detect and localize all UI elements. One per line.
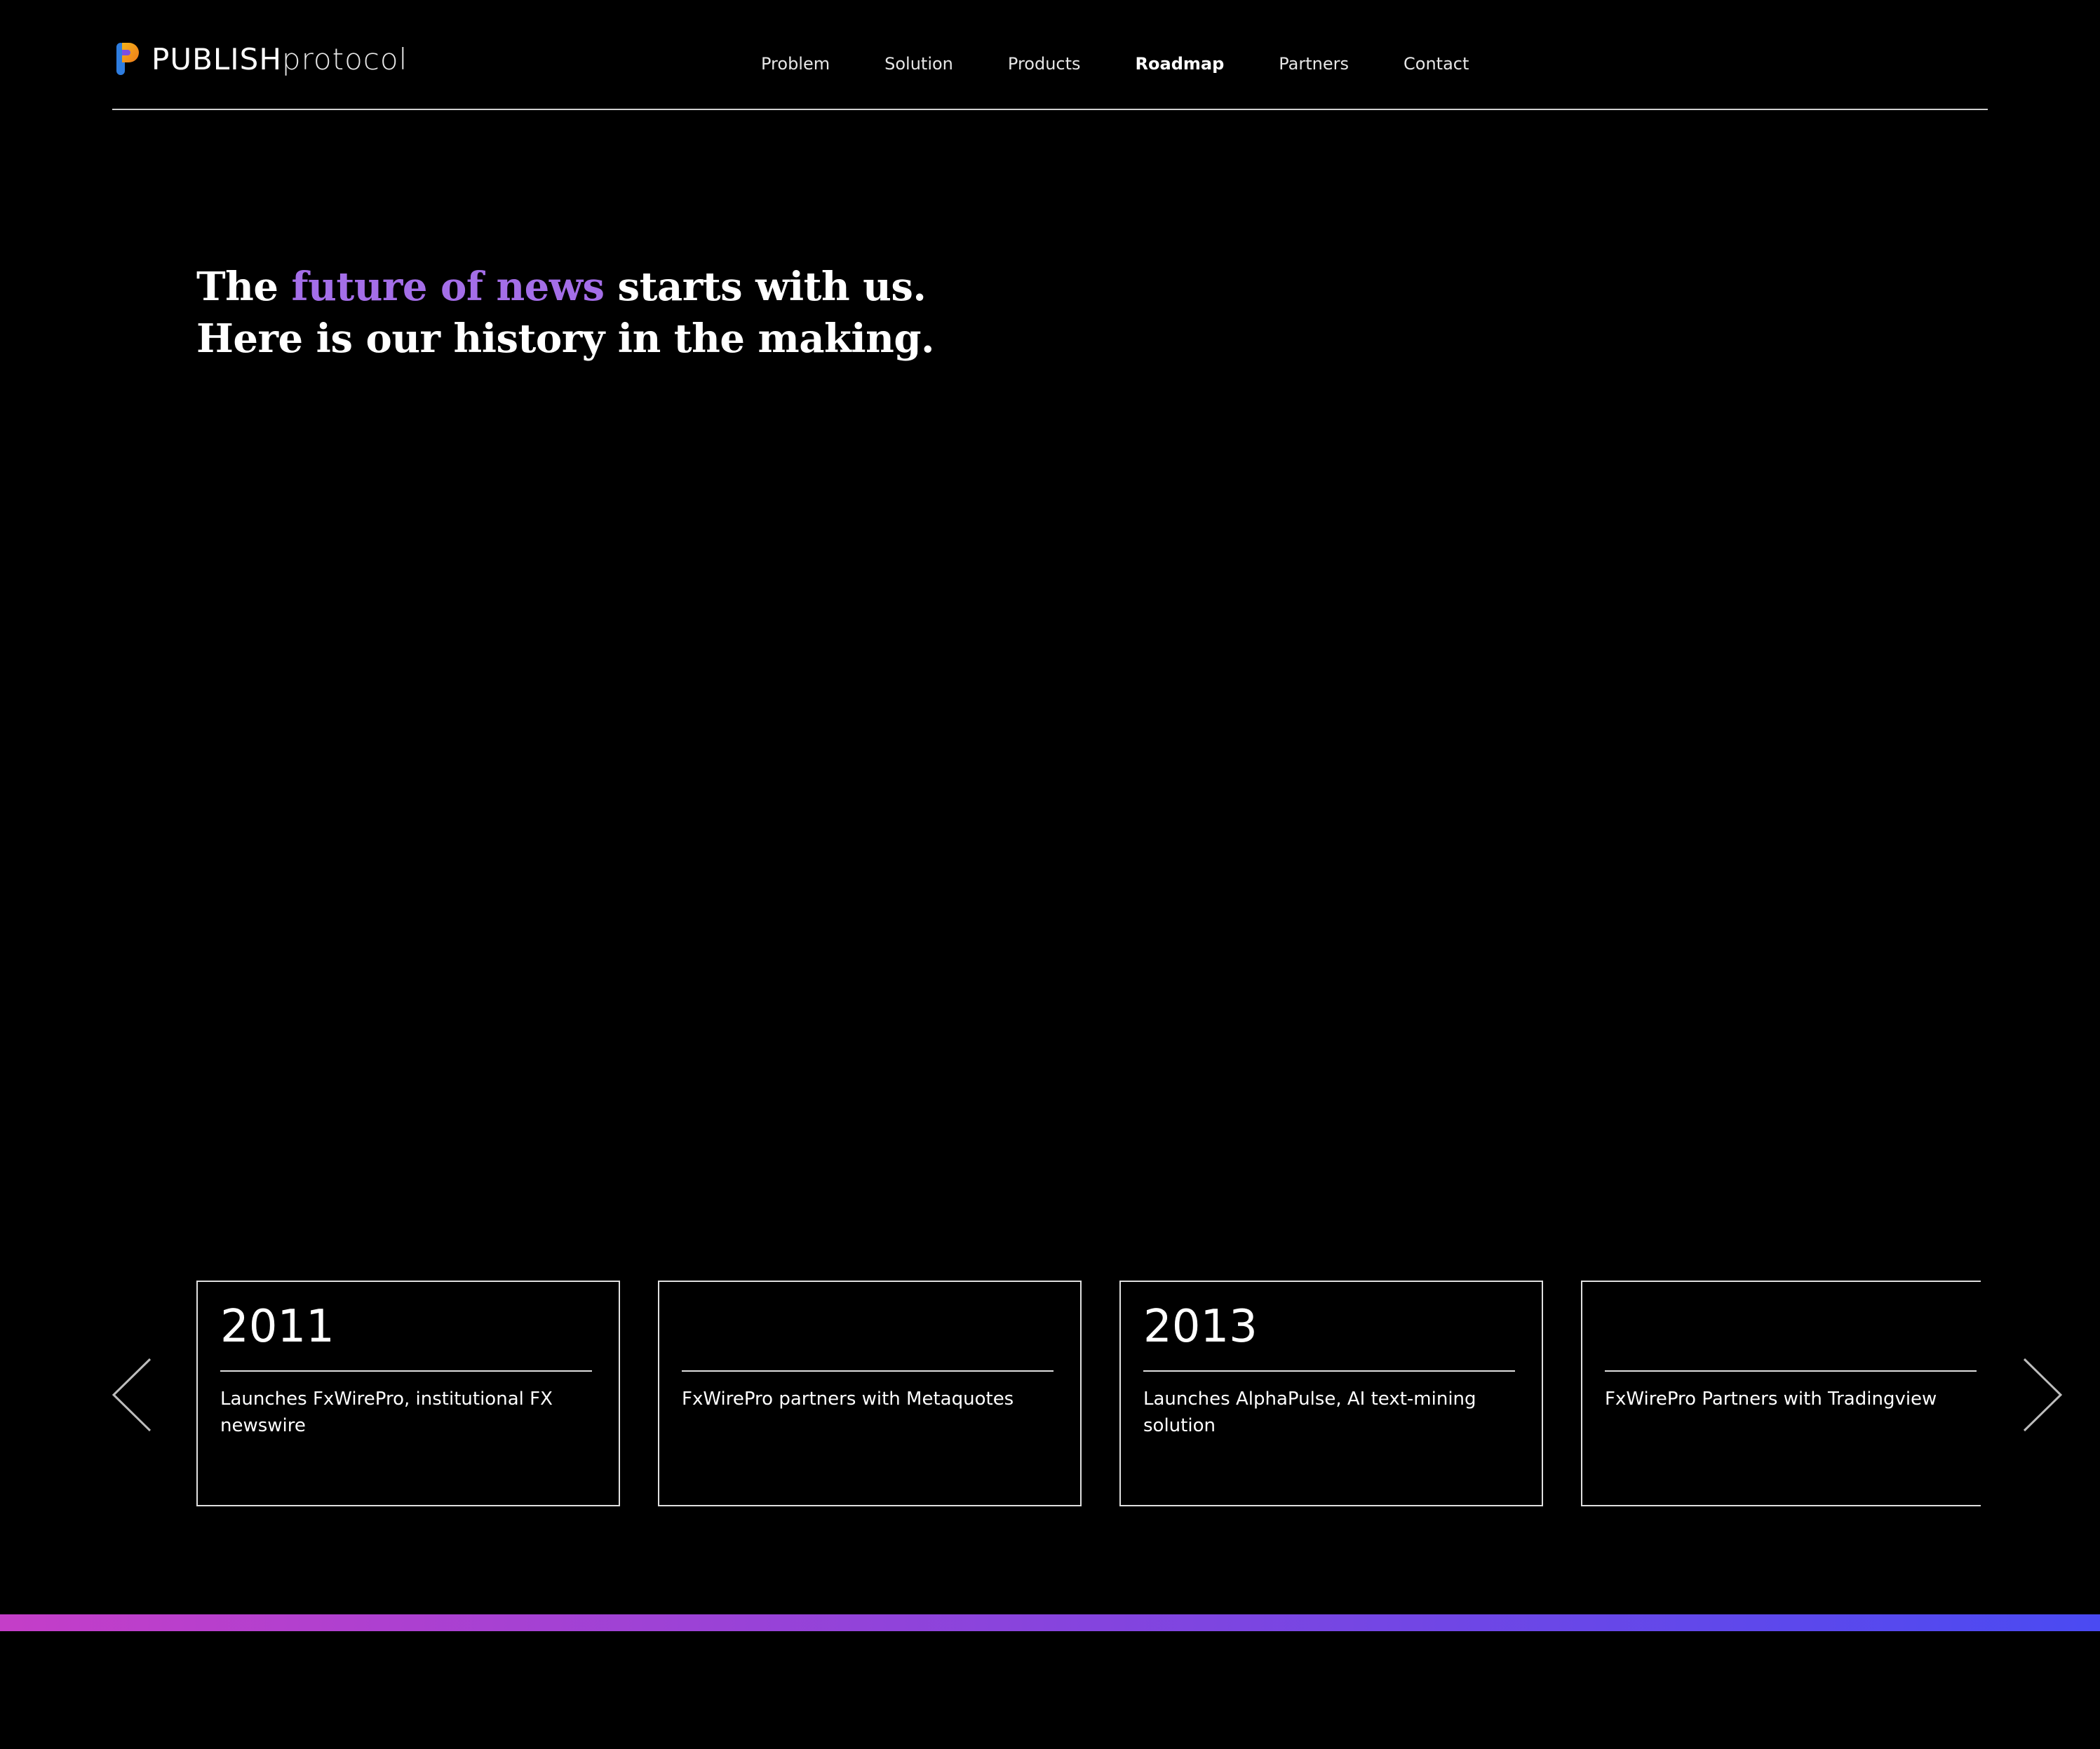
card-divider: [682, 1370, 1054, 1372]
timeline-card[interactable]: FxWirePro Partners with Tradingview: [1581, 1281, 1981, 1506]
chevron-left-icon[interactable]: [111, 1358, 153, 1432]
nav-item-solution[interactable]: Solution: [884, 50, 953, 77]
card-description: FxWirePro Partners with Tradingview: [1605, 1389, 1937, 1410]
card-year: 2011: [220, 1301, 335, 1353]
card-year: 2013: [1143, 1301, 1258, 1353]
nav-item-contact[interactable]: Contact: [1404, 50, 1469, 77]
hero-line1-before: The: [196, 264, 292, 310]
brand-logo[interactable]: PUBLISH protocol: [115, 39, 408, 79]
timeline-card[interactable]: FxWirePro partners with Metaquotes: [658, 1281, 1082, 1506]
nav-item-products[interactable]: Products: [1008, 50, 1081, 77]
main-nav: Problem Solution Products Roadmap Partne…: [761, 50, 1523, 77]
card-description: FxWirePro partners with Metaquotes: [682, 1389, 1014, 1410]
card-divider: [1605, 1370, 1977, 1372]
hero-section: The future of news starts with us. Here …: [196, 261, 1108, 365]
hero-line1-after: starts with us.: [604, 264, 927, 310]
nav-item-problem[interactable]: Problem: [761, 50, 830, 77]
chevron-right-icon[interactable]: [2021, 1358, 2064, 1432]
nav-item-partners[interactable]: Partners: [1279, 50, 1349, 77]
roadmap-page: PUBLISH protocol Problem Solution Produc…: [0, 0, 2100, 1749]
card-description: Launches FxWirePro, institutional FX new…: [220, 1389, 553, 1436]
timeline-card[interactable]: 2011 Launches FxWirePro, institutional F…: [196, 1281, 620, 1506]
hero-headline: The future of news starts with us. Here …: [196, 261, 1108, 365]
gradient-divider: [0, 1614, 2100, 1631]
hero-line1-accent: future of news: [291, 264, 605, 310]
brand-name-light: protocol: [281, 41, 408, 76]
timeline-cards: 2011 Launches FxWirePro, institutional F…: [196, 1281, 1981, 1512]
publish-logo-icon: [116, 43, 139, 75]
nav-item-roadmap[interactable]: Roadmap: [1136, 50, 1225, 77]
card-divider: [1143, 1370, 1515, 1372]
timeline-carousel: 2011 Launches FxWirePro, institutional F…: [0, 1281, 2100, 1512]
hero-line2: Here is our history in the making.: [196, 316, 934, 362]
site-header: PUBLISH protocol Problem Solution Produc…: [112, 0, 1988, 110]
timeline-card[interactable]: 2013 Launches AlphaPulse, AI text-mining…: [1119, 1281, 1543, 1506]
card-description: Launches AlphaPulse, AI text-mining solu…: [1143, 1389, 1476, 1436]
brand-name-strong: PUBLISH: [152, 41, 282, 76]
card-divider: [220, 1370, 592, 1372]
